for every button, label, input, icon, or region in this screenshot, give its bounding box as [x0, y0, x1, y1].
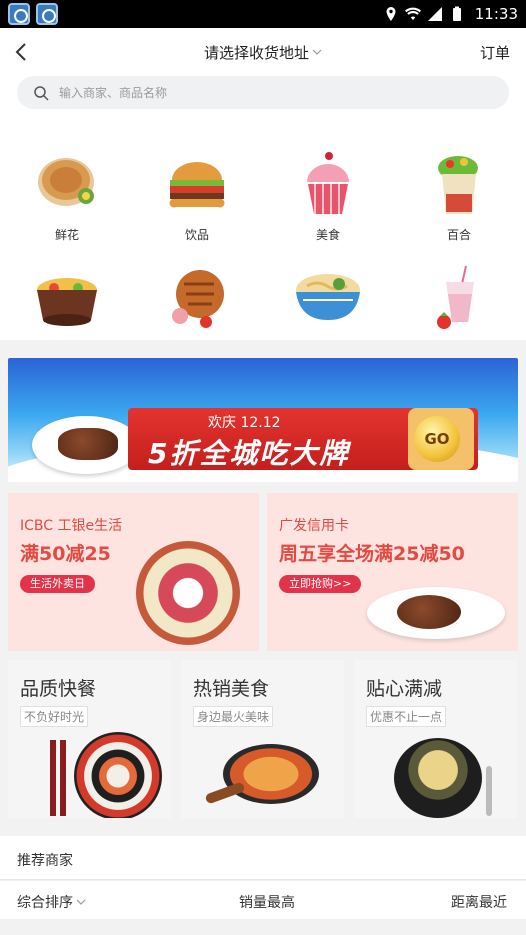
category-label: 鲜花 [54, 228, 79, 242]
sort-label: 距离最近 [451, 895, 507, 911]
spoon-image [486, 766, 492, 816]
category-label: 美食 [315, 228, 340, 242]
promo-banner[interactable]: 欢庆 12.12 5折全城吃大牌 GO [8, 358, 518, 482]
feature-title: 热销美食 [193, 678, 270, 700]
category-item-flowers[interactable]: 鲜花 [17, 150, 117, 243]
milkshake-icon [424, 264, 494, 334]
promo-offer: 周五享全场满25减50 [279, 543, 465, 565]
category-item-milkshake[interactable] [409, 264, 509, 334]
cupcake-icon [293, 150, 363, 220]
category-item-food[interactable]: 美食 [278, 150, 378, 243]
search-placeholder: 输入商家、商品名称 [59, 86, 168, 100]
noodle-bowl-icon [293, 264, 363, 334]
banner-headline: 5折全城吃大牌 [148, 437, 350, 470]
chevron-down-icon [76, 899, 86, 905]
wifi-icon [404, 7, 421, 20]
address-title[interactable]: 请选择收货地址 [204, 42, 309, 63]
cinnamon-image [204, 781, 246, 805]
sort-label: 销量最高 [239, 895, 295, 911]
chopsticks-image [60, 740, 66, 816]
search-section: 输入商家、商品名称 [0, 76, 526, 122]
category-item-lily[interactable]: 百合 [409, 150, 509, 243]
sort-comprehensive[interactable]: 综合排序 [17, 892, 86, 912]
search-icon [34, 85, 49, 101]
promo-bank-name: 广发信用卡 [279, 518, 349, 534]
meat-skewer-icon [162, 264, 232, 334]
chopsticks-image [50, 740, 56, 816]
noodle-bowl-image [223, 744, 319, 804]
category-item-drinks[interactable]: 饮品 [147, 150, 247, 243]
sort-bar: 综合排序 销量最高 距离最近 [0, 881, 526, 919]
banner-go-button[interactable]: GO [414, 416, 460, 462]
category-label: 饮品 [184, 228, 209, 242]
promo-bank-name: ICBC 工银e生活 [20, 518, 123, 534]
hotpot-icon [32, 264, 102, 334]
category-item-hotpot[interactable] [17, 264, 117, 334]
feature-card-hot-food[interactable]: 热销美食 身边最火美味 [181, 660, 344, 818]
recommended-section-header: 推荐商家 [0, 836, 526, 880]
location-icon [386, 7, 396, 21]
address-selector[interactable]: 请选择收货地址 [0, 28, 526, 76]
platter-image [136, 541, 240, 645]
battery-icon [452, 6, 461, 21]
search-input[interactable]: 输入商家、商品名称 [17, 76, 509, 109]
feature-title: 品质快餐 [20, 678, 97, 700]
sushi-platter-image [74, 732, 162, 818]
category-item-meat[interactable] [147, 264, 247, 334]
promo-offer: 满50减25 [20, 543, 111, 565]
back-button[interactable] [10, 40, 34, 64]
sort-distance[interactable]: 距离最近 [451, 892, 507, 912]
app-notification-icon [8, 3, 30, 25]
cell-signal-icon [427, 7, 442, 21]
feature-subtitle: 优惠不止一点 [366, 706, 447, 727]
top-nav-bar: 请选择收货地址 订单 [0, 28, 526, 76]
feature-card-discounts[interactable]: 贴心满减 优惠不止一点 [354, 660, 517, 818]
banner-top-label: 欢庆 12.12 [208, 415, 281, 431]
promo-pill-button[interactable]: 生活外卖日 [20, 575, 95, 593]
feature-subtitle: 不负好时光 [20, 706, 89, 727]
category-grid: 鲜花 饮品 美食 百合 [0, 122, 526, 340]
soup-pot-image [394, 738, 482, 818]
status-bar: 11:33 [0, 0, 526, 28]
status-time: 11:33 [474, 5, 518, 23]
steak-image [58, 428, 118, 460]
orders-link[interactable]: 订单 [480, 42, 510, 63]
notification-icons [8, 3, 58, 25]
wrap-icon [424, 150, 494, 220]
steak-image [397, 595, 461, 629]
promo-card-cgb[interactable]: 广发信用卡 周五享全场满25减50 立即抢购>> [267, 493, 518, 651]
sort-label: 综合排序 [17, 895, 73, 911]
sort-sales[interactable]: 销量最高 [239, 892, 295, 912]
pancake-icon [32, 150, 102, 220]
feature-title: 贴心满减 [366, 678, 443, 700]
section-title: 推荐商家 [17, 853, 73, 869]
chevron-down-icon [312, 49, 322, 55]
category-label: 百合 [446, 228, 471, 242]
app-notification-icon [36, 3, 58, 25]
feature-card-quality-fastfood[interactable]: 品质快餐 不负好时光 [8, 660, 171, 818]
category-item-noodles[interactable] [278, 264, 378, 334]
feature-subtitle: 身边最火美味 [193, 706, 274, 727]
burger-icon [162, 150, 232, 220]
promo-pill-button[interactable]: 立即抢购>> [279, 575, 362, 593]
promo-card-icbc[interactable]: ICBC 工银e生活 满50减25 生活外卖日 [8, 493, 259, 651]
